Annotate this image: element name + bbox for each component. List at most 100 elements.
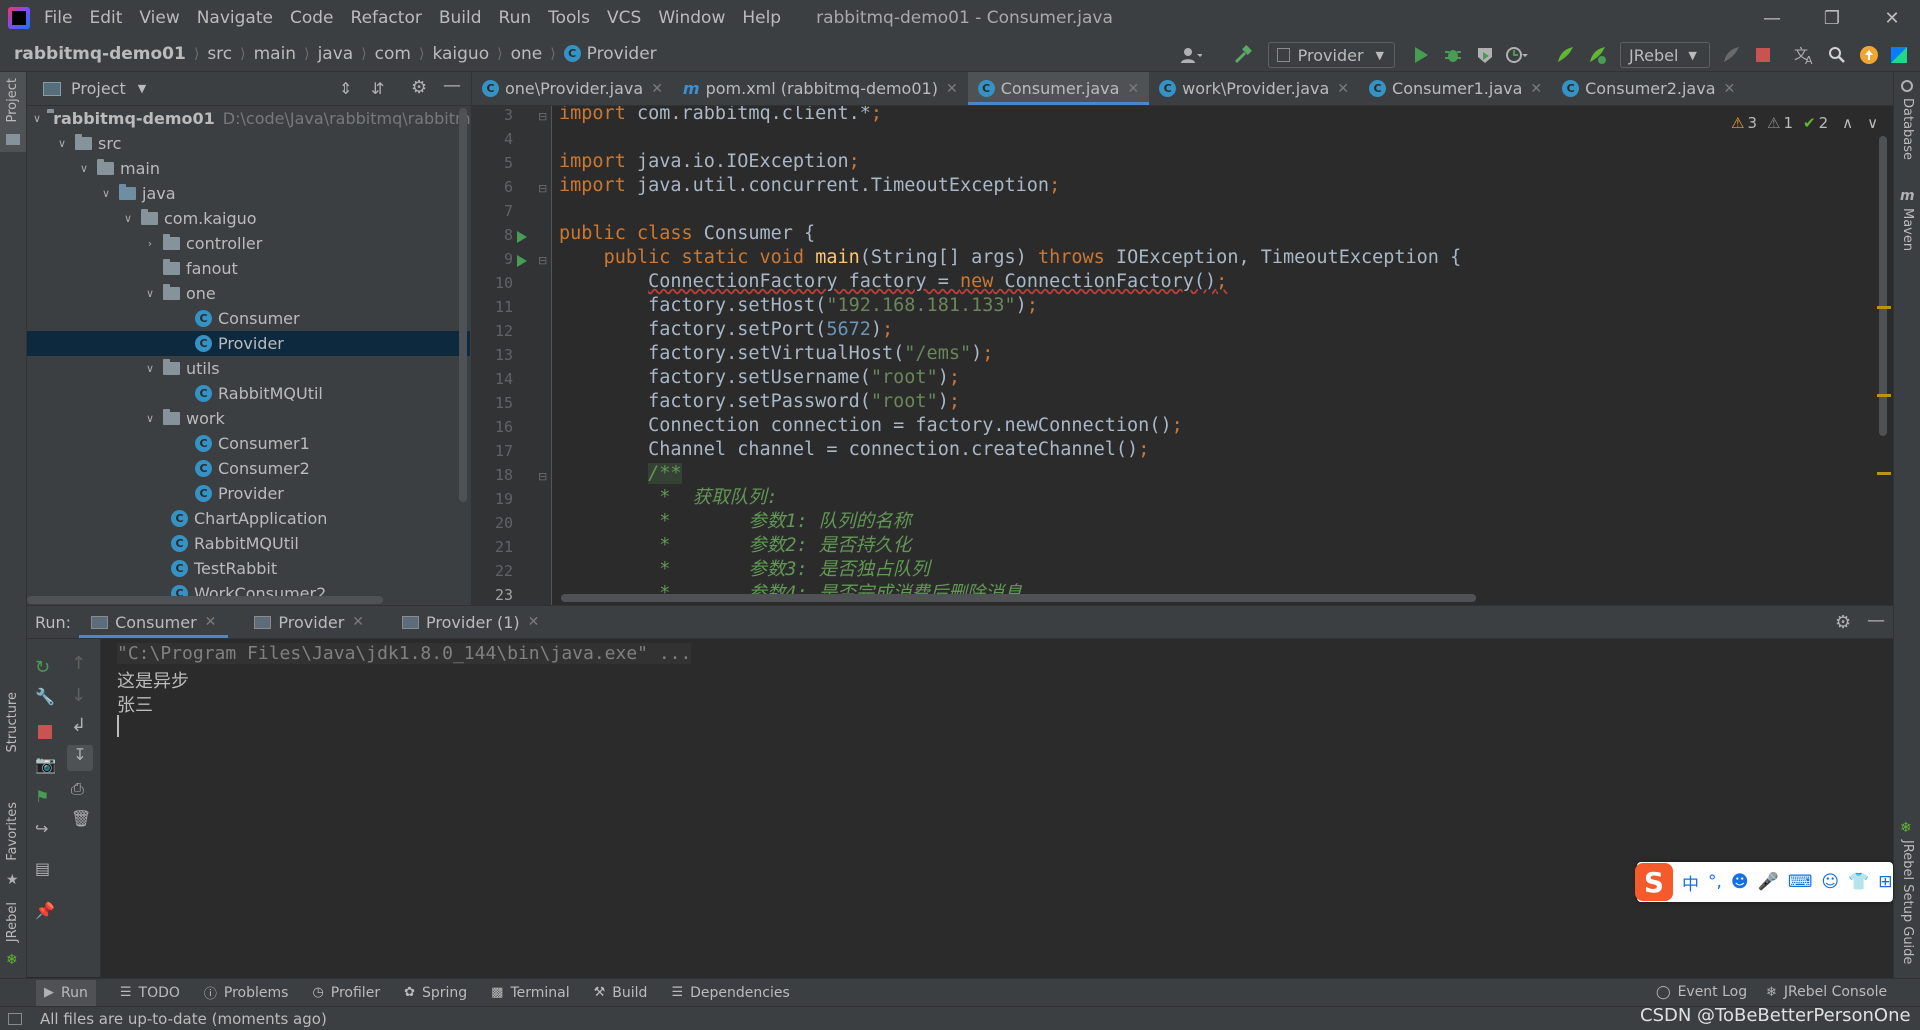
bottom-tool-dependencies[interactable]: ☰ Dependencies bbox=[671, 985, 789, 1001]
tree-item-utils[interactable]: ∨ utils bbox=[27, 356, 470, 381]
fold-icon[interactable]: ⊟ bbox=[538, 182, 547, 195]
bottom-tool-problems[interactable]: ⓘ Problems bbox=[204, 983, 289, 1003]
keyboard-icon[interactable]: ⌨ bbox=[1788, 872, 1813, 892]
tree-item-work[interactable]: ∨ work bbox=[27, 406, 470, 431]
run-gutter-icon[interactable] bbox=[516, 230, 528, 244]
tab-consumer1[interactable]: C Consumer1.java ✕ bbox=[1359, 72, 1552, 105]
bottom-tool-profiler[interactable]: ◷ Profiler bbox=[312, 985, 380, 1001]
tree-item-consumer1[interactable]: C Consumer1 bbox=[27, 431, 470, 456]
tab-consumer2[interactable]: C Consumer2.java ✕ bbox=[1552, 72, 1745, 105]
menu-window[interactable]: Window bbox=[658, 8, 725, 28]
ide-logo-icon[interactable] bbox=[1888, 44, 1910, 66]
tree-item-controller[interactable]: › controller bbox=[27, 231, 470, 256]
debug-icon[interactable] bbox=[1442, 44, 1464, 66]
chevron-down-icon[interactable]: ▼ bbox=[138, 82, 146, 95]
close-icon[interactable]: ✕ bbox=[1337, 81, 1349, 97]
menu-build[interactable]: Build bbox=[439, 8, 482, 28]
run-configuration-select[interactable]: Provider ▼ bbox=[1268, 42, 1395, 68]
bottom-tool-run[interactable]: ▶ Run bbox=[36, 979, 96, 1006]
fold-icon[interactable]: ⊟ bbox=[538, 254, 547, 267]
exit-icon[interactable]: ↪ bbox=[35, 819, 48, 838]
hide-panel-icon[interactable]: — bbox=[443, 75, 461, 96]
code-editor[interactable]: import com.rabbitmq.client.*; import jav… bbox=[553, 106, 1893, 605]
breadcrumb-main[interactable]: main bbox=[254, 44, 296, 64]
trash-icon[interactable]: 🗑 bbox=[71, 809, 91, 828]
favorites-tool-button[interactable]: Favorites ★ bbox=[0, 802, 26, 888]
close-window-button[interactable]: ✕ bbox=[1864, 0, 1920, 36]
jrebel-console-button[interactable]: ❄ JRebel Console bbox=[1766, 984, 1887, 1000]
close-icon[interactable]: ✕ bbox=[1724, 81, 1736, 97]
breadcrumb-java[interactable]: java bbox=[318, 44, 354, 64]
gear-icon[interactable]: ⚙ bbox=[411, 77, 427, 98]
stop-icon[interactable] bbox=[1752, 44, 1774, 66]
close-icon[interactable]: ✕ bbox=[205, 614, 217, 630]
run-gutter-icon[interactable] bbox=[516, 254, 528, 268]
close-icon[interactable]: ✕ bbox=[946, 81, 958, 97]
punctuation-icon[interactable]: °, bbox=[1708, 872, 1722, 892]
jrebel-debug-icon[interactable] bbox=[1586, 44, 1608, 66]
translate-icon[interactable]: 文A bbox=[1794, 44, 1816, 66]
gear-icon[interactable]: ⚙ bbox=[1835, 612, 1851, 633]
tree-item-com-kaiguo[interactable]: ∨ com.kaiguo bbox=[27, 206, 470, 231]
microphone-icon[interactable]: 🎤 bbox=[1758, 872, 1779, 892]
tree-item-consumer[interactable]: C Consumer bbox=[27, 306, 470, 331]
stop-icon[interactable] bbox=[38, 725, 52, 739]
soft-wrap-icon[interactable]: ↲ bbox=[71, 715, 86, 736]
apps-icon[interactable]: ⊞ bbox=[1878, 872, 1892, 892]
scroll-to-end-icon[interactable]: ↧ bbox=[67, 745, 93, 771]
tree-item-rabbitmqutil-root[interactable]: C RabbitMQUtil bbox=[27, 531, 470, 556]
jrebel-disabled-icon[interactable] bbox=[1720, 44, 1742, 66]
user-icon[interactable] bbox=[1180, 44, 1202, 66]
emoji-icon[interactable]: ☻ bbox=[1731, 872, 1749, 892]
sogou-logo-icon[interactable]: S bbox=[1635, 863, 1673, 901]
previous-highlight-icon[interactable]: ∧ bbox=[1842, 114, 1853, 132]
jrebel-select[interactable]: JRebel ▼ bbox=[1620, 42, 1710, 68]
warning-stripe-marker[interactable] bbox=[1877, 394, 1891, 397]
ime-language-toggle[interactable]: 中 bbox=[1682, 870, 1699, 895]
bottom-tool-spring[interactable]: ✿ Spring bbox=[404, 985, 467, 1001]
collapse-all-icon[interactable]: ⇵ bbox=[371, 79, 384, 98]
project-tool-button[interactable]: Project bbox=[0, 72, 26, 152]
menu-code[interactable]: Code bbox=[290, 8, 334, 28]
menu-tools[interactable]: Tools bbox=[548, 8, 590, 28]
update-icon[interactable] bbox=[1858, 44, 1880, 66]
menu-edit[interactable]: Edit bbox=[89, 8, 122, 28]
inspection-widget[interactable]: ⚠ 3 ⚠ 1 ✔ 2 ∧ ∨ bbox=[1731, 114, 1879, 132]
close-icon[interactable]: ✕ bbox=[1530, 81, 1542, 97]
project-horizontal-scrollbar[interactable] bbox=[27, 596, 383, 604]
breadcrumb-kaiguo[interactable]: kaiguo bbox=[432, 44, 489, 64]
tab-consumer-java[interactable]: C Consumer.java ✕ bbox=[967, 72, 1150, 105]
pin-icon[interactable]: 📌 bbox=[35, 901, 55, 920]
layout-icon[interactable]: ▤ bbox=[35, 859, 50, 878]
tab-work-provider[interactable]: C work\Provider.java ✕ bbox=[1149, 72, 1359, 105]
breadcrumb-com[interactable]: com bbox=[375, 44, 411, 64]
editor-horizontal-scrollbar[interactable] bbox=[561, 594, 1476, 602]
structure-tool-button[interactable]: Structure bbox=[0, 692, 26, 772]
tree-item-one[interactable]: ∨ one bbox=[27, 281, 470, 306]
console-output[interactable]: "C:\Program Files\Java\jdk1.8.0_144\bin\… bbox=[101, 639, 1893, 977]
hide-panel-icon[interactable]: — bbox=[1867, 610, 1885, 631]
editor-vertical-scrollbar[interactable] bbox=[1879, 136, 1887, 436]
breadcrumb-one[interactable]: one bbox=[511, 44, 543, 64]
down-arrow-icon[interactable]: ↓ bbox=[71, 685, 86, 706]
tree-item-main[interactable]: ∨ main bbox=[27, 156, 470, 181]
tree-item-rabbitmqutil[interactable]: C RabbitMQUtil bbox=[27, 381, 470, 406]
menu-navigate[interactable]: Navigate bbox=[197, 8, 273, 28]
tree-item-chartapplication[interactable]: C ChartApplication bbox=[27, 506, 470, 531]
menu-vcs[interactable]: VCS bbox=[607, 8, 641, 28]
camera-icon[interactable]: 📷 bbox=[35, 755, 56, 775]
jrebel-setup-guide-button[interactable]: ❄ JRebel Setup Guide bbox=[1894, 820, 1920, 970]
menu-view[interactable]: View bbox=[139, 8, 179, 28]
skin-icon[interactable]: 👕 bbox=[1848, 872, 1869, 892]
fold-icon[interactable]: ⊟ bbox=[538, 110, 547, 123]
run-tab-provider-1[interactable]: Provider (1) ✕ bbox=[390, 606, 551, 638]
menu-refactor[interactable]: Refactor bbox=[351, 8, 422, 28]
tree-item-java[interactable]: ∨ java bbox=[27, 181, 470, 206]
tree-item-testrabbit[interactable]: C TestRabbit bbox=[27, 556, 470, 581]
close-icon[interactable]: ✕ bbox=[1127, 81, 1139, 97]
panel-toggle-icon[interactable] bbox=[8, 1012, 22, 1025]
tree-item-work-provider[interactable]: C Provider bbox=[27, 481, 470, 506]
warning-stripe-marker[interactable] bbox=[1877, 472, 1891, 475]
tree-item-consumer2[interactable]: C Consumer2 bbox=[27, 456, 470, 481]
event-log-button[interactable]: ◯ Event Log bbox=[1656, 984, 1747, 1000]
